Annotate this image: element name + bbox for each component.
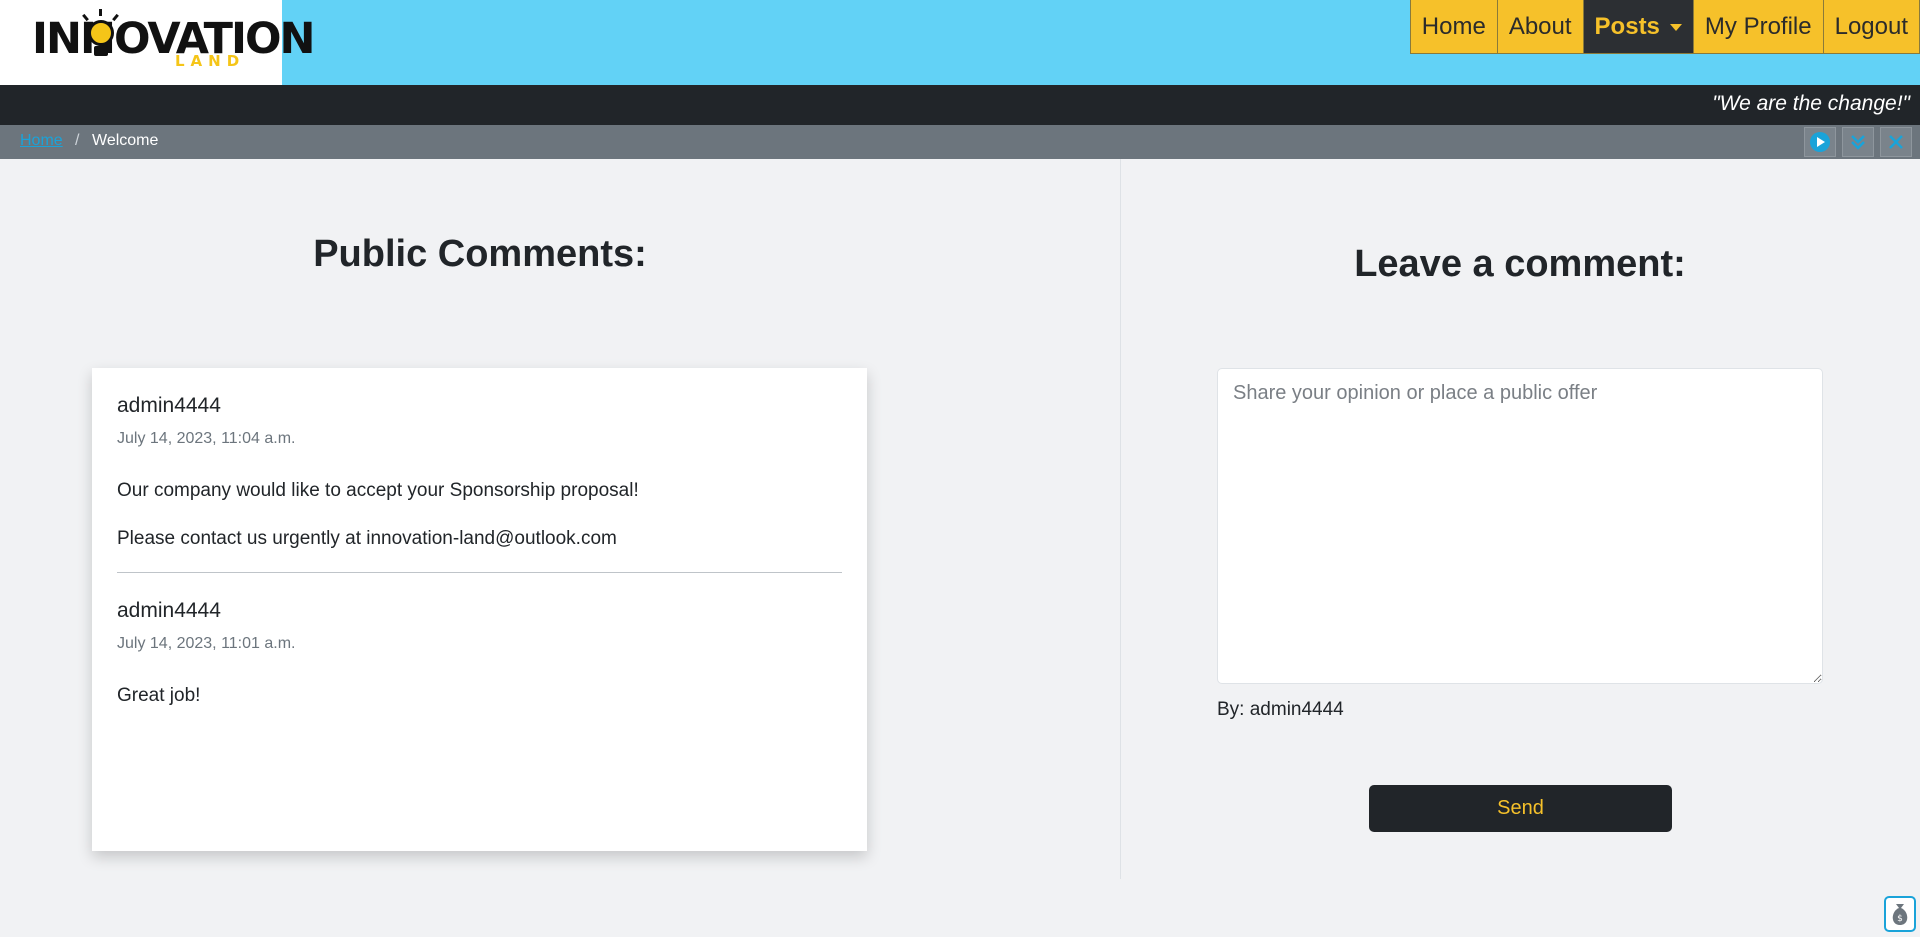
slogan-bar: "We are the change!" [0,85,1920,125]
comment-item: admin4444 July 14, 2023, 11:01 a.m. Grea… [117,599,842,707]
nav-posts-label: Posts [1594,12,1660,40]
comment-author: admin4444 [117,394,221,417]
comment-item: admin4444 July 14, 2023, 11:04 a.m. Our … [117,394,842,550]
breadcrumb-tools [1804,127,1912,157]
comment-date: July 14, 2023, 11:04 a.m. [117,430,296,447]
logo[interactable]: INNOVATION LAND [0,0,316,85]
comment-text: Our company would like to accept your Sp… [117,480,639,501]
header: INNOVATION LAND Home About Posts My Prof… [0,0,1920,85]
nav-about[interactable]: About [1496,0,1584,54]
breadcrumb: Home / Welcome [0,125,1920,159]
double-chevron-down-icon [1851,135,1865,150]
comment-by-line: By: admin4444 [1217,699,1344,720]
nav-home-label: Home [1421,12,1486,40]
send-button[interactable]: Send [1369,785,1672,832]
comments-card: admin4444 July 14, 2023, 11:04 a.m. Our … [92,368,867,851]
play-icon [1810,132,1830,152]
play-button[interactable] [1804,127,1836,157]
close-icon [1889,135,1903,149]
nav-my-profile[interactable]: My Profile [1692,0,1824,54]
slogan: "We are the change!" [1712,92,1910,115]
comment-text: Great job! [117,685,201,706]
money-bag-icon: $ [1892,904,1908,925]
close-button[interactable] [1880,127,1912,157]
lightbulb-base-icon [94,46,108,56]
comment-text: Please contact us urgently at innovation… [117,528,617,549]
leave-comment-title: Leave a comment: [1354,243,1686,285]
breadcrumb-home-link[interactable]: Home [20,132,63,150]
lightbulb-icon [88,20,114,46]
breadcrumb-current: Welcome [92,132,159,149]
nav-about-label: About [1508,12,1572,40]
corner-widget-button[interactable]: $ [1884,896,1916,932]
comment-author: admin4444 [117,599,221,622]
nav-posts-dropdown[interactable]: Posts [1582,0,1694,54]
public-comments-title: Public Comments: [313,233,647,275]
nav-logout-label: Logout [1834,12,1908,40]
nav-logout[interactable]: Logout [1822,0,1920,54]
nav-my-profile-label: My Profile [1704,12,1812,40]
nav-home[interactable]: Home [1409,0,1498,54]
comment-separator [117,572,842,573]
logo-subtext: LAND [175,52,246,70]
main-nav: Home About Posts My Profile Logout [1409,0,1920,54]
comment-date: July 14, 2023, 11:01 a.m. [117,635,296,652]
svg-text:$: $ [1897,914,1903,924]
comment-input[interactable] [1217,368,1823,684]
collapse-button[interactable] [1842,127,1874,157]
caret-down-icon [1669,24,1682,31]
logo-text: INNOVATION [32,14,316,64]
breadcrumb-separator: / [75,132,80,149]
